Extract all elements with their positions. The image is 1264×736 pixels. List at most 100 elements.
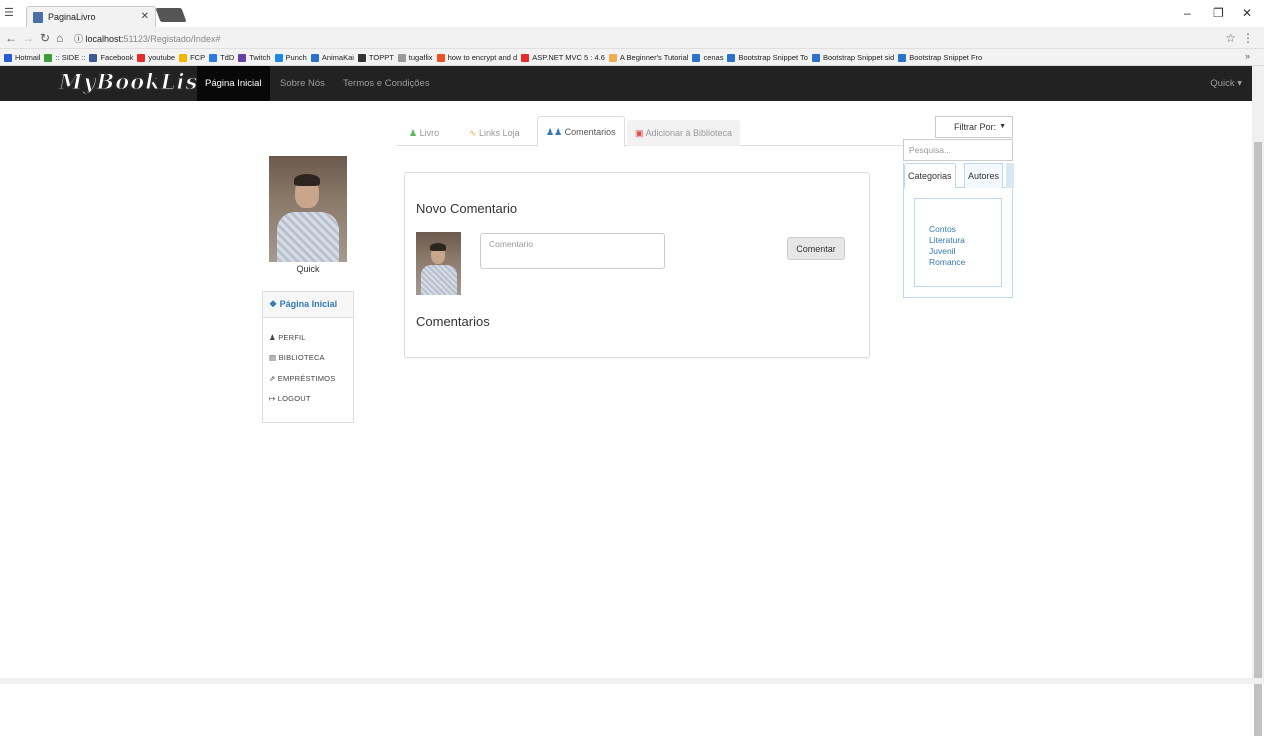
bookmark-favicon-icon: [608, 53, 617, 62]
bookmark-label: AnimaKai: [321, 53, 354, 62]
bookmark-label: TdD: [220, 53, 235, 62]
site-navbar: MyBookList Página Inicial Sobre Nós Term…: [0, 66, 1252, 101]
comment-submit-button[interactable]: Comentar: [787, 237, 845, 260]
menu-item-logout[interactable]: ↦ LOGOUT: [269, 394, 311, 403]
filter-panel: Categorias Autores Contos Literatura Juv…: [903, 163, 1014, 298]
book-tabs: ♟ Livro ∿ Links Loja ♟♟ Comentarios ▣ Ad…: [397, 116, 912, 147]
bookmark-item[interactable]: Bootstrap Snippet sid: [811, 49, 895, 65]
browser-menu-icon[interactable]: ⋮: [1242, 31, 1254, 45]
url-host: localhost:: [85, 34, 124, 44]
bookmark-item[interactable]: FCP: [179, 49, 205, 65]
tab-autores[interactable]: Autores: [964, 163, 1004, 188]
tab-links-loja[interactable]: ∿ Links Loja: [461, 120, 528, 146]
close-tab-icon[interactable]: ✕: [141, 11, 149, 22]
tab-adicionar-biblioteca[interactable]: ▣ Adicionar à Biblioteca: [627, 120, 741, 146]
bookmark-item[interactable]: ASP.NET MVC 5 : 4.6: [521, 49, 605, 65]
filter-select-label: Filtrar Por:: [953, 122, 996, 132]
bookmark-item[interactable]: Hotmail: [4, 49, 40, 65]
user-icon: ♟: [409, 128, 420, 138]
bookmarks-overflow-icon[interactable]: »: [1245, 51, 1250, 61]
page-scrollbar[interactable]: [1252, 66, 1264, 736]
bookmark-label: Bootstrap Snippet sid: [822, 53, 895, 62]
url-field[interactable]: ⓘ localhost:51123/Registado/Index#: [74, 32, 220, 45]
home-icon: ❖: [269, 299, 280, 309]
bookmark-item[interactable]: Punch: [274, 49, 307, 65]
bookmark-label: Twitch: [249, 53, 271, 62]
bookmark-favicon-icon: [4, 53, 12, 62]
bookmark-item[interactable]: tugaflix: [397, 49, 433, 65]
nav-termos[interactable]: Termos e Condições: [335, 66, 438, 101]
new-tab-button[interactable]: [155, 8, 187, 22]
info-icon: ⓘ: [74, 34, 86, 44]
bookmark-favicon-icon: [692, 53, 701, 62]
bookmark-label: how to encrypt and d: [447, 53, 518, 62]
category-link[interactable]: Romance: [929, 257, 1001, 268]
restore-icon[interactable]: ❐: [1213, 6, 1224, 20]
bookmark-item[interactable]: youtube: [137, 49, 175, 65]
menu-item-label: PERFIL: [278, 333, 306, 342]
new-comment-title: Novo Comentario: [416, 201, 518, 216]
bookmark-star-icon[interactable]: ☆: [1225, 31, 1236, 45]
bookmark-item[interactable]: Bootstrap Snippet Fro: [898, 49, 983, 65]
menu-item-label: BIBLIOTECA: [278, 353, 325, 362]
tab-comentarios[interactable]: ♟♟ Comentarios: [537, 116, 625, 147]
bookmark-favicon-icon: [397, 53, 406, 62]
bookmark-label: Bootstrap Snippet To: [738, 53, 808, 62]
brand-logo[interactable]: MyBookList: [58, 69, 209, 95]
filter-select[interactable]: Filtrar Por: ▼: [935, 116, 1013, 138]
user-menu-dropdown[interactable]: Quick ▾: [1210, 66, 1242, 101]
window-menu-icon[interactable]: ☰: [4, 6, 14, 19]
profile-menu-title[interactable]: ❖ Página Inicial: [263, 292, 353, 318]
category-link[interactable]: Literatura: [929, 235, 1001, 246]
menu-item-perfil[interactable]: ♟ PERFIL: [269, 333, 306, 342]
bookmark-item[interactable]: cenas: [692, 49, 723, 65]
bookmark-favicon-icon: [179, 53, 188, 62]
filter-tab-edge: [1006, 163, 1014, 188]
browser-tab-title: PaginaLivro: [48, 12, 96, 22]
browser-tab[interactable]: PaginaLivro ✕: [26, 6, 156, 27]
bookmark-item[interactable]: TOPPT: [357, 49, 394, 65]
category-link[interactable]: Juvenil: [929, 246, 1001, 257]
book-icon: ▤: [269, 353, 279, 362]
search-input[interactable]: [903, 139, 1013, 161]
comment-panel: Novo Comentario Comentar Comentarios: [404, 172, 870, 358]
bookmark-favicon-icon: [238, 53, 247, 62]
bookmark-favicon-icon: [274, 53, 283, 62]
horizontal-scrollbar[interactable]: [0, 678, 1264, 684]
bookmark-label: Facebook: [100, 53, 134, 62]
tab-livro[interactable]: ♟ Livro: [401, 120, 447, 146]
nav-sobre-nos[interactable]: Sobre Nós: [272, 66, 333, 101]
menu-item-emprestimos[interactable]: ⇗ EMPRÉSTIMOS: [269, 374, 335, 383]
caret-down-icon: ▾: [1237, 78, 1242, 89]
filter-tabs: Categorias Autores: [904, 163, 1014, 188]
reload-icon[interactable]: ↻: [40, 31, 50, 45]
bookmark-favicon-icon: [137, 53, 146, 62]
minimize-icon[interactable]: –: [1184, 6, 1191, 20]
bookmark-item[interactable]: A Beginner's Tutorial: [608, 49, 689, 65]
bookmark-label: Bootstrap Snippet Fro: [909, 53, 983, 62]
category-list: Contos Literatura Juvenil Romance: [914, 198, 1002, 287]
back-icon[interactable]: ←: [5, 31, 17, 45]
bookmark-label: A Beginner's Tutorial: [619, 53, 689, 62]
bookmark-item[interactable]: AnimaKai: [310, 49, 354, 65]
category-link[interactable]: Contos: [929, 224, 1001, 235]
home-icon[interactable]: ⌂: [56, 31, 63, 45]
close-window-icon[interactable]: ✕: [1242, 6, 1252, 20]
tab-categorias[interactable]: Categorias: [904, 163, 956, 188]
bookmark-label: :: SIDE ::: [55, 53, 86, 62]
profile-avatar: [269, 156, 347, 262]
bookmark-item[interactable]: Bootstrap Snippet To: [727, 49, 808, 65]
bookmark-item[interactable]: TdD: [209, 49, 235, 65]
forward-icon[interactable]: →: [22, 31, 34, 45]
bookmark-item[interactable]: Facebook: [89, 49, 134, 65]
bookmark-item[interactable]: Twitch: [238, 49, 271, 65]
scrollbar-thumb[interactable]: [1254, 142, 1262, 736]
menu-item-biblioteca[interactable]: ▤ BIBLIOTECA: [269, 353, 325, 362]
bookmark-favicon-icon: [89, 53, 98, 62]
bookmark-label: Punch: [285, 53, 307, 62]
nav-pagina-inicial[interactable]: Página Inicial: [197, 66, 270, 101]
bookmark-item[interactable]: :: SIDE ::: [44, 49, 86, 65]
bookmark-label: TOPPT: [368, 53, 394, 62]
comment-textarea[interactable]: [480, 233, 665, 269]
bookmark-item[interactable]: how to encrypt and d: [436, 49, 518, 65]
